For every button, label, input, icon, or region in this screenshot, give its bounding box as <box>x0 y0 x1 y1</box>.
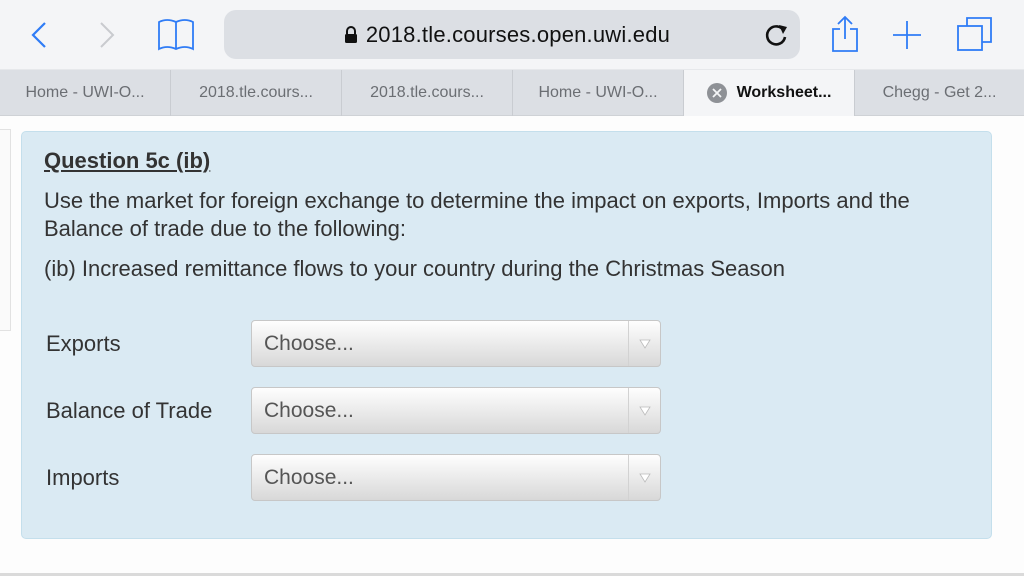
share-icon[interactable] <box>828 14 862 54</box>
tab-label: Home - UWI-O... <box>538 84 658 101</box>
balance-of-trade-label: Balance of Trade <box>46 397 213 423</box>
question-text: Use the market for foreign exchange to d… <box>44 188 910 241</box>
exports-label: Exports <box>46 330 121 356</box>
chevron-down-icon <box>628 321 660 366</box>
reload-icon[interactable] <box>764 22 790 48</box>
question-card: Question 5c (ib) Use the market for fore… <box>21 131 992 539</box>
address-bar[interactable]: 2018.tle.courses.open.uwi.edu <box>224 10 800 59</box>
sidebar-edge <box>0 129 11 331</box>
lock-icon <box>344 25 357 43</box>
select-value: Choose... <box>264 332 354 355</box>
chevron-left-icon[interactable] <box>24 18 54 52</box>
tab-0[interactable]: Home - UWI-O... <box>0 70 171 116</box>
chevron-down-icon <box>628 455 660 500</box>
tab-label: 2018.tle.cours... <box>199 84 313 101</box>
tab-bar: Home - UWI-O... 2018.tle.cours... 2018.t… <box>0 69 1024 116</box>
chevron-down-icon <box>628 388 660 433</box>
question-subpart: (ib) Increased remittance flows to your … <box>44 256 785 281</box>
tab-label: Worksheet... <box>736 84 832 101</box>
book-icon[interactable] <box>154 17 198 53</box>
field-row-imports: Imports Choose... <box>46 454 661 501</box>
browser-toolbar: 2018.tle.courses.open.uwi.edu <box>0 0 1024 69</box>
tab-5[interactable]: Chegg - Get 2... <box>855 70 1024 116</box>
url-text[interactable]: 2018.tle.courses.open.uwi.edu <box>366 22 670 48</box>
field-row-exports: Exports Choose... <box>46 320 661 367</box>
imports-label: Imports <box>46 464 120 490</box>
plus-icon[interactable] <box>888 16 926 54</box>
tab-1[interactable]: 2018.tle.cours... <box>171 70 342 116</box>
tab-label: Chegg - Get 2... <box>882 84 997 101</box>
chevron-right-icon[interactable] <box>92 18 122 52</box>
tabs-icon[interactable] <box>954 14 996 54</box>
imports-select[interactable]: Choose... <box>251 454 661 501</box>
field-row-balance-of-trade: Balance of Trade Choose... <box>46 387 661 434</box>
tab-label: 2018.tle.cours... <box>370 84 484 101</box>
tab-4-active[interactable]: Worksheet... <box>684 70 855 116</box>
balance-of-trade-select[interactable]: Choose... <box>251 387 661 434</box>
tab-2[interactable]: 2018.tle.cours... <box>342 70 513 116</box>
select-value: Choose... <box>264 399 354 422</box>
close-tab-icon[interactable] <box>706 83 727 103</box>
tab-3[interactable]: Home - UWI-O... <box>513 70 684 116</box>
exports-select[interactable]: Choose... <box>251 320 661 367</box>
select-value: Choose... <box>264 466 354 489</box>
page-content: Question 5c (ib) Use the market for fore… <box>0 117 1024 576</box>
tab-label: Home - UWI-O... <box>25 84 145 101</box>
question-title: Question 5c (ib) <box>44 148 211 173</box>
